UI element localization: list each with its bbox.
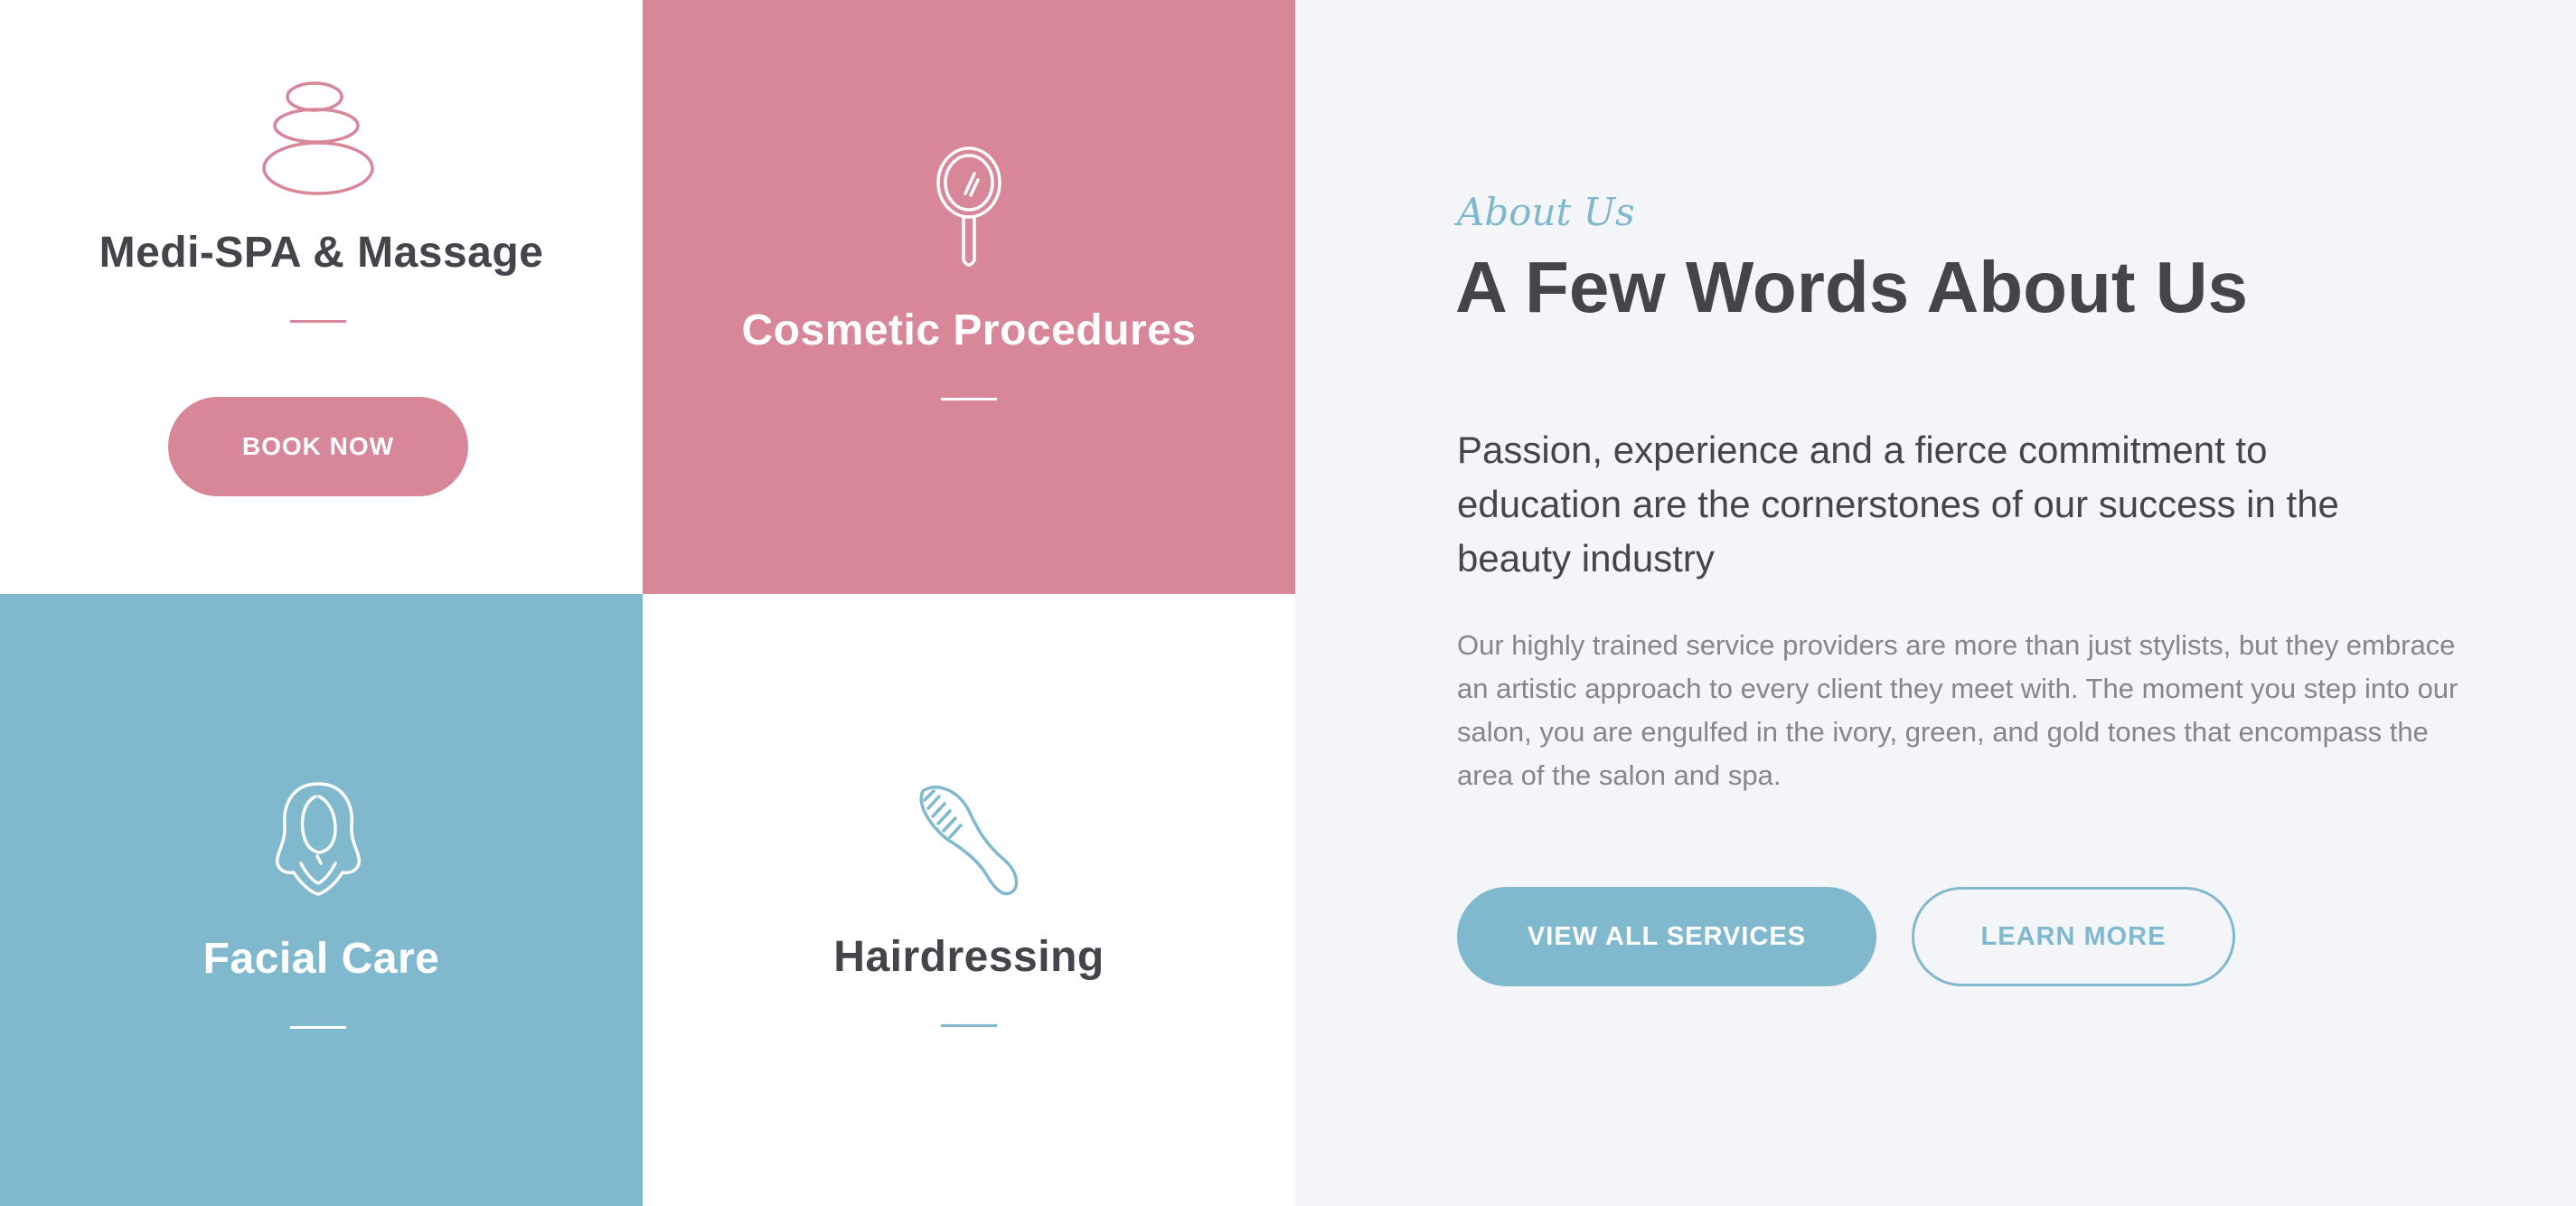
about-heading: A Few Words About Us <box>1455 247 2249 327</box>
comb-icon <box>919 786 1019 896</box>
title-divider <box>941 1024 997 1027</box>
learn-more-button[interactable]: LEARN MORE <box>1912 887 2235 986</box>
service-title-hairdressing: Hairdressing <box>833 933 1105 981</box>
spa-stones-icon <box>262 81 374 195</box>
about-lead-text: Passion, experience and a fierce commitm… <box>1457 429 2339 579</box>
title-divider <box>290 320 346 323</box>
service-title-medi-spa: Medi-SPA & Massage <box>99 229 544 277</box>
service-title-cosmetic-procedures: Cosmetic Procedures <box>741 306 1197 354</box>
about-eyebrow: About Us <box>1457 190 1635 234</box>
view-all-services-button[interactable]: VIEW ALL SERVICES <box>1457 887 1876 986</box>
service-tile-cosmetic-procedures[interactable]: Cosmetic Procedures <box>643 0 1295 594</box>
about-body-text: Our highly trained service providers are… <box>1457 629 2458 791</box>
service-tile-facial-care[interactable]: Facial Care <box>0 594 643 1206</box>
service-title-facial-care: Facial Care <box>202 935 440 983</box>
about-section: About Us A Few Words About Us Passion, e… <box>1295 0 2576 1206</box>
service-tile-medi-spa[interactable]: Medi-SPA & Massage BOOK NOW <box>0 0 643 594</box>
title-divider <box>290 1026 346 1029</box>
hand-mirror-icon <box>936 146 1001 267</box>
title-divider <box>941 398 997 400</box>
book-now-button[interactable]: BOOK NOW <box>168 397 468 496</box>
service-tile-hairdressing[interactable]: Hairdressing <box>643 594 1295 1206</box>
woman-face-icon <box>275 782 362 896</box>
